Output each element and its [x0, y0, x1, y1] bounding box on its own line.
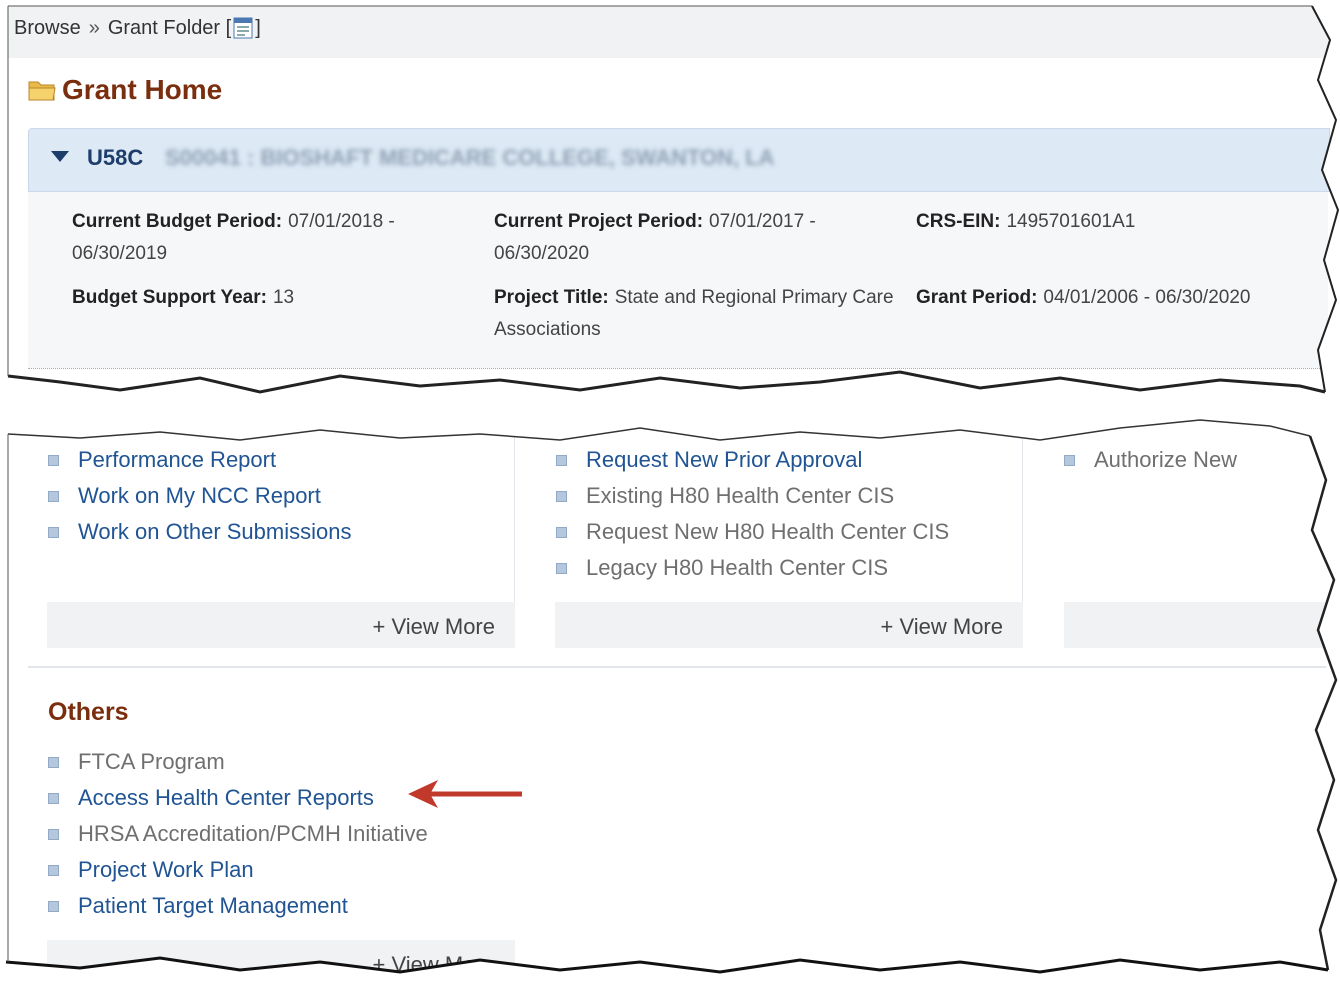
link-label: Legacy H80 Health Center CIS: [586, 555, 889, 580]
bullet-icon: [48, 757, 59, 768]
field-label: Budget Support Year:: [72, 287, 267, 308]
field-label: Grant Period:: [916, 287, 1038, 308]
work-on-ncc-report-link[interactable]: Work on My NCC Report: [48, 478, 351, 514]
others-heading: Others: [48, 698, 129, 726]
bracket-close: ]: [255, 17, 261, 39]
work-on-other-submissions-link[interactable]: Work on Other Submissions: [48, 514, 351, 550]
project-title: Project Title: State and Regional Primary…: [494, 282, 894, 346]
bullet-icon: [48, 901, 59, 912]
project-work-plan-link[interactable]: Project Work Plan: [48, 852, 428, 888]
breadcrumb-grant-folder: Grant Folder: [107, 17, 221, 39]
field-label: Current Project Period:: [494, 211, 704, 232]
legacy-h80-cis-item: Legacy H80 Health Center CIS: [556, 550, 949, 586]
bullet-icon: [556, 491, 567, 502]
field-value: 1495701601A1: [1006, 211, 1136, 232]
others-list: FTCA Program Access Health Center Report…: [48, 744, 428, 924]
grant-accordion-header[interactable]: U58C S00041 : BIOSHAFT MEDICARE COLLEGE,…: [28, 128, 1330, 192]
column3-list: Authorize New: [1064, 442, 1237, 478]
link-label: Authorize New: [1094, 447, 1238, 472]
link-label: Work on My NCC Report: [78, 483, 321, 508]
link-label: HRSA Accreditation/PCMH Initiative: [78, 821, 428, 846]
bullet-icon: [48, 491, 59, 502]
bracket-open: [: [225, 17, 232, 39]
bullet-icon: [556, 527, 567, 538]
bullet-icon: [48, 455, 59, 466]
hrsa-accreditation-item: HRSA Accreditation/PCMH Initiative: [48, 816, 428, 852]
current-budget-period: Current Budget Period: 07/01/2018 - 06/30…: [72, 206, 452, 270]
bullet-icon: [48, 793, 59, 804]
page-title-text: Grant Home: [62, 74, 223, 105]
annotation-arrow-icon: [408, 780, 522, 808]
link-label: Request New Prior Approval: [586, 447, 863, 472]
crs-ein: CRS-EIN: 1495701601A1: [916, 206, 1316, 238]
grant-details: Current Budget Period: 07/01/2018 - 06/30…: [28, 192, 1328, 368]
breadcrumb-separator: »: [88, 17, 100, 39]
field-label: Project Title:: [494, 287, 609, 308]
bullet-icon: [556, 563, 567, 574]
field-label: CRS-EIN:: [916, 211, 1001, 232]
column1-list: Performance Report Work on My NCC Report…: [48, 442, 351, 550]
budget-support-year: Budget Support Year: 13: [72, 282, 452, 314]
grant-name-redacted: S00041 : BIOSHAFT MEDICARE COLLEGE, SWAN…: [165, 145, 775, 170]
breadcrumb-browse[interactable]: Browse: [14, 17, 81, 39]
field-label: Current Budget Period:: [72, 211, 283, 232]
existing-h80-cis-item: Existing H80 Health Center CIS: [556, 478, 949, 514]
link-label: Performance Report: [78, 447, 277, 472]
bullet-icon: [556, 455, 567, 466]
breadcrumb: Browse » Grant Folder [ ]: [8, 6, 1328, 58]
folder-icon: [28, 77, 56, 109]
bullet-icon: [48, 829, 59, 840]
form-icon[interactable]: [233, 11, 253, 39]
ftca-program-item: FTCA Program: [48, 744, 428, 780]
grant-period: Grant Period: 04/01/2006 - 06/30/2020: [916, 282, 1326, 314]
link-label: Work on Other Submissions: [78, 519, 352, 544]
performance-report-link[interactable]: Performance Report: [48, 442, 351, 478]
link-label: Patient Target Management: [78, 893, 348, 918]
page-title: Grant Home: [28, 74, 222, 109]
bullet-icon: [48, 865, 59, 876]
column3-view-more-button[interactable]: [1064, 602, 1326, 648]
link-label: Project Work Plan: [78, 857, 254, 882]
divider: [28, 368, 1328, 369]
column2-view-more-button[interactable]: + View More: [555, 602, 1023, 648]
access-health-center-reports-link[interactable]: Access Health Center Reports: [48, 780, 428, 816]
link-label: FTCA Program: [78, 749, 225, 774]
grant-header-panel: Browse » Grant Folder [ ] Grant Home U58C …: [8, 6, 1330, 392]
bullet-icon: [48, 527, 59, 538]
request-new-prior-approval-link[interactable]: Request New Prior Approval: [556, 442, 949, 478]
grant-number: U58C: [87, 145, 144, 170]
link-label: Existing H80 Health Center CIS: [586, 483, 895, 508]
patient-target-management-link[interactable]: Patient Target Management: [48, 888, 428, 924]
authorize-new-item: Authorize New: [1064, 442, 1237, 478]
link-label: Access Health Center Reports: [78, 785, 374, 810]
grant-actions-panel: Performance Report Work on My NCC Report…: [8, 430, 1326, 980]
column2-list: Request New Prior Approval Existing H80 …: [556, 442, 949, 586]
bullet-icon: [1064, 455, 1075, 466]
link-label: Request New H80 Health Center CIS: [586, 519, 950, 544]
section-divider: [28, 666, 1326, 668]
current-project-period: Current Project Period: 07/01/2017 - 06/3…: [494, 206, 874, 270]
column1-view-more-button[interactable]: + View More: [47, 602, 515, 648]
field-value: 04/01/2006 - 06/30/2020: [1043, 287, 1251, 308]
caret-down-icon[interactable]: [51, 151, 69, 162]
field-value: 13: [272, 287, 295, 308]
request-new-h80-cis-item: Request New H80 Health Center CIS: [556, 514, 949, 550]
others-view-more-button[interactable]: + View More: [47, 940, 515, 980]
